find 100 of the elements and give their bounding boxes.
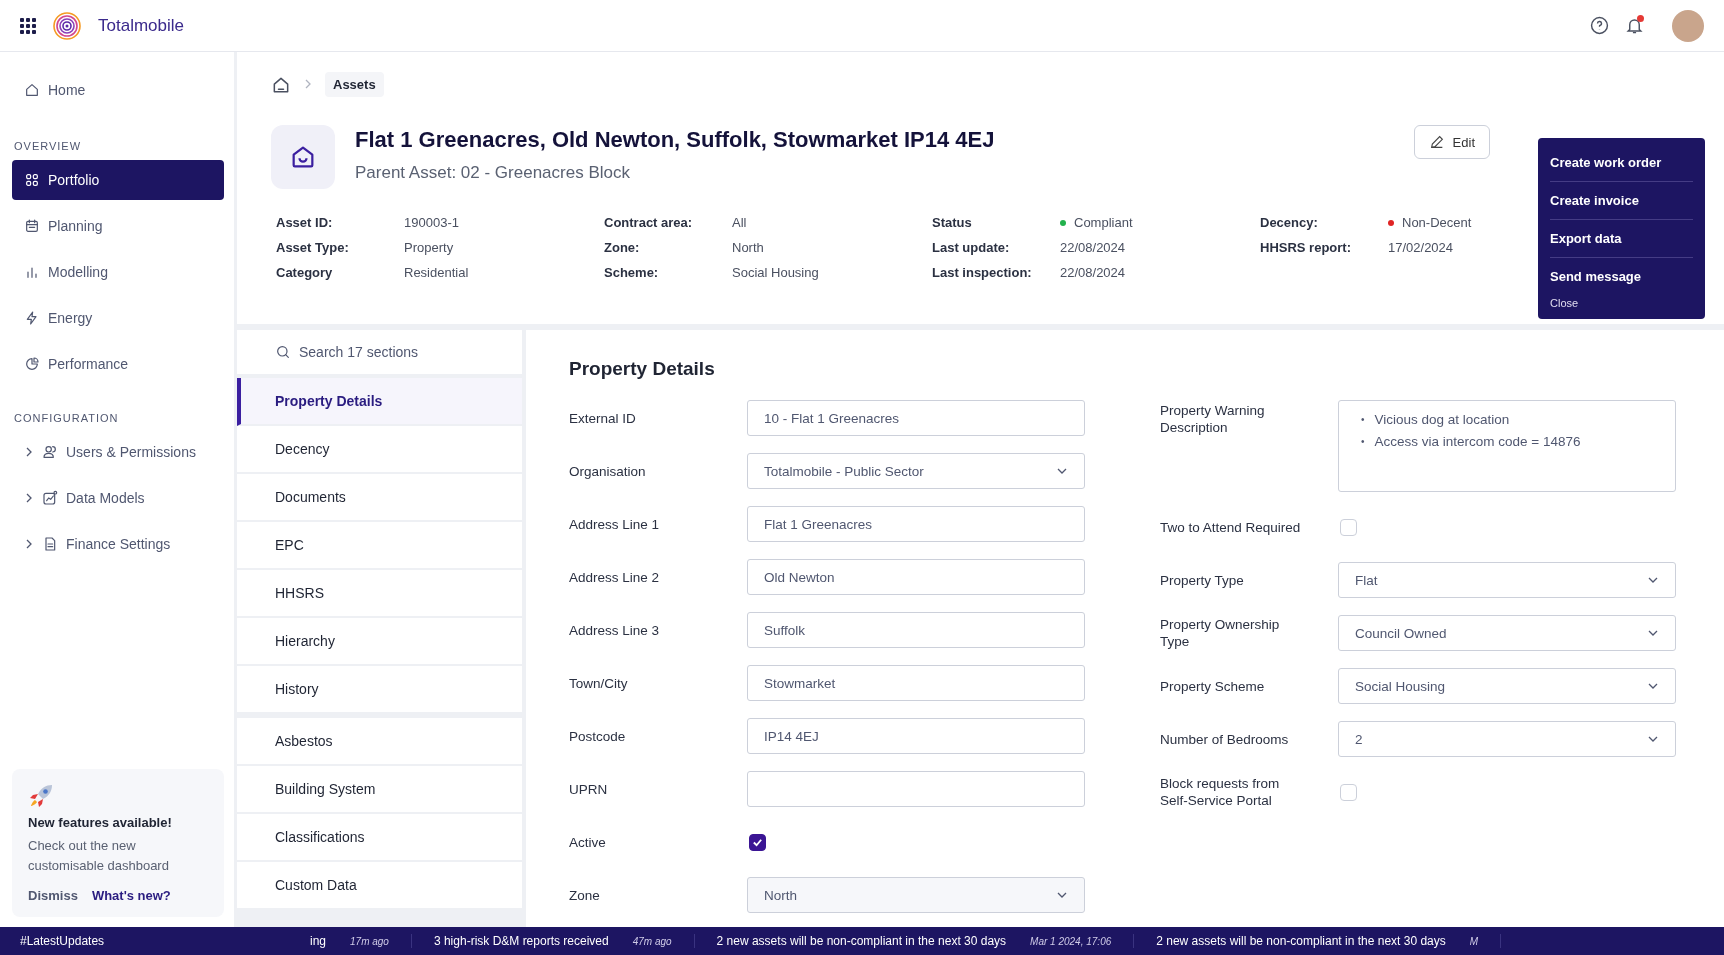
grid-icon <box>24 172 40 188</box>
chevron-right-icon <box>24 447 34 457</box>
dropdown-field[interactable]: Flat <box>1338 562 1676 598</box>
checkbox[interactable] <box>749 833 766 851</box>
info-value: 22/08/2024 <box>1060 265 1126 280</box>
breadcrumb-item[interactable]: Assets <box>325 72 384 97</box>
field-label: Address Line 3 <box>569 621 661 640</box>
ticker-time: M <box>1469 935 1479 947</box>
lightning-icon <box>24 310 40 326</box>
help-icon[interactable] <box>1590 16 1609 35</box>
nav-item[interactable]: Planning <box>12 206 224 246</box>
field-label: Active <box>569 833 607 852</box>
ticker-message: 3 high-risk D&M reports received <box>433 934 609 948</box>
ticker-tag: #LatestUpdates <box>20 934 310 948</box>
pencil-icon <box>1428 134 1445 150</box>
logo-icon <box>52 10 82 41</box>
ticker-message: 2 new assets will be non-compliant in the next 30 days <box>1156 934 1446 948</box>
whats-new-link[interactable]: What's new? <box>91 888 171 903</box>
search-field[interactable]: Search 17 sections <box>237 330 522 374</box>
nav-item[interactable]: Home <box>12 70 224 110</box>
text-field[interactable]: Old Newton <box>747 559 1085 595</box>
checkmark-icon <box>752 836 763 848</box>
app-grid-icon[interactable] <box>20 17 36 34</box>
dismiss-link[interactable]: Dismiss <box>28 888 78 903</box>
menu-item[interactable]: Export data <box>1550 220 1693 258</box>
info-value: Property <box>404 240 454 255</box>
info-label: Zone: <box>604 240 641 255</box>
field-label: UPRN <box>569 780 609 799</box>
text-field[interactable]: Stowmarket <box>747 665 1085 701</box>
promo-text: Check out the new customisable dashboard <box>28 837 170 875</box>
nav-item[interactable]: Energy <box>12 298 224 338</box>
brand-name: Totalmobile <box>98 15 184 36</box>
text-area[interactable]: • Vicious dog at location • Access via intercom code = 14876 <box>1338 400 1676 492</box>
dropdown-field[interactable]: Totalmobile - Public Sector <box>747 453 1085 489</box>
info-label: Last update: <box>932 240 1011 255</box>
edit-button[interactable]: Edit <box>1413 125 1490 159</box>
info-label: HHSRS report: <box>1260 240 1352 255</box>
asset-subtitle: Parent Asset: 02 - Greenacres Block <box>355 163 631 183</box>
chevron-right-icon <box>24 539 34 549</box>
text-field[interactable]: Flat 1 Greenacres <box>747 506 1085 542</box>
text-field[interactable]: Suffolk <box>747 612 1085 648</box>
chart-icon <box>42 490 58 506</box>
dropdown-field[interactable]: Social Housing <box>1338 668 1676 704</box>
field-label: Organisation <box>569 462 647 481</box>
section-tab[interactable]: Property Details <box>237 378 522 426</box>
info-value: 190003-1 <box>404 215 459 230</box>
field-label: Address Line 2 <box>569 568 661 587</box>
info-value: 22/08/2024 <box>1060 240 1126 255</box>
form-title: Property Details <box>569 358 716 380</box>
info-value: 17/02/2024 <box>1388 240 1454 255</box>
ticker-time: 47m ago <box>632 935 672 947</box>
close-menu-item[interactable]: Close <box>1550 295 1693 311</box>
info-label: Decency: <box>1260 215 1319 230</box>
notification-bell-icon[interactable] <box>1625 16 1644 35</box>
home-icon <box>24 82 40 98</box>
nav-item[interactable]: Data Models <box>12 478 224 518</box>
field-label: Town/City <box>569 674 629 693</box>
nav-item[interactable]: Users & Permissions <box>12 432 224 472</box>
field-label: Property Scheme <box>1160 677 1266 696</box>
chevron-right-icon <box>303 78 313 89</box>
ticker-time: Mar 1 2024, 17:06 <box>1030 935 1112 947</box>
ticker-message: 2 new assets will be non-compliant in the next 30 days <box>716 934 1007 948</box>
chevron-right-icon <box>24 493 34 503</box>
pie-chart-icon <box>24 356 40 372</box>
dropdown-field[interactable]: Council Owned <box>1338 615 1676 651</box>
ticker-message: ing <box>310 934 326 948</box>
house-icon <box>271 125 335 189</box>
search-icon <box>275 344 291 360</box>
field-label: Zone <box>569 886 601 905</box>
info-value: All <box>732 215 747 230</box>
info-value: North <box>732 240 764 255</box>
field-label: Property Warning Description <box>1160 402 1266 436</box>
field-label: Property Ownership Type <box>1160 616 1281 651</box>
menu-item[interactable]: Send message <box>1550 258 1693 295</box>
section-heading: CONFIGURATION <box>14 412 120 424</box>
section-heading: OVERVIEW <box>14 140 83 152</box>
text-field[interactable]: 10 - Flat 1 Greenacres <box>747 400 1085 436</box>
field-label: Number of Bedrooms <box>1160 730 1290 749</box>
field-label: Postcode <box>569 727 627 746</box>
info-label: Contract area: <box>604 215 694 230</box>
menu-item[interactable]: Create invoice <box>1550 182 1693 220</box>
calendar-icon <box>24 218 40 234</box>
nav-item[interactable]: Finance Settings <box>12 524 224 564</box>
nav-item[interactable]: Portfolio <box>12 160 224 200</box>
menu-item[interactable]: Create work order <box>1550 144 1693 182</box>
field-label: Address Line 1 <box>569 515 661 534</box>
info-value: Non-Decent <box>1402 215 1472 230</box>
text-field[interactable]: IP14 4EJ <box>747 718 1085 754</box>
field-label: Property Type <box>1160 571 1245 590</box>
nav-item[interactable]: Performance <box>12 344 224 384</box>
rocket-icon <box>28 783 54 809</box>
asset-title: Flat 1 Greenacres, Old Newton, Suffolk, Stowmarket IP14 4EJ <box>355 127 996 153</box>
info-label: Status <box>932 215 973 230</box>
field-label: External ID <box>569 409 637 428</box>
nav-item[interactable]: Modelling <box>12 252 224 292</box>
info-value: Residential <box>404 265 469 280</box>
field-label: Two to Attend Required <box>1160 518 1302 537</box>
info-value: Compliant <box>1074 215 1133 230</box>
text-field[interactable] <box>747 771 1085 807</box>
dropdown-field[interactable]: 2 <box>1338 721 1676 757</box>
